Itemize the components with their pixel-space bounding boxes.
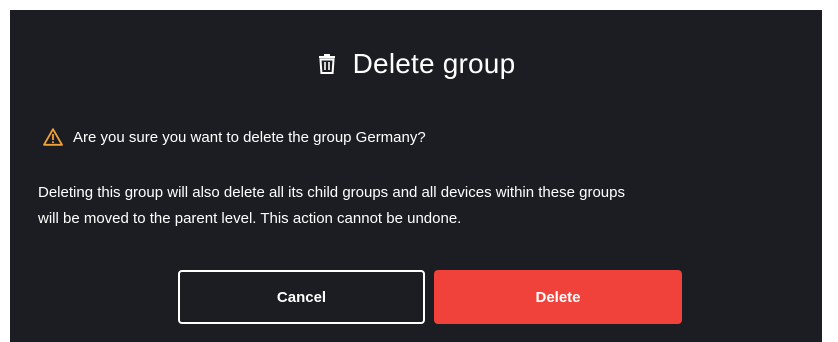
- dialog-description: Deleting this group will also delete all…: [38, 180, 818, 232]
- description-line-2: will be moved to the parent level. This …: [38, 210, 462, 227]
- cancel-button[interactable]: Cancel: [178, 270, 425, 324]
- description-line-1: Deleting this group will also delete all…: [38, 184, 625, 201]
- dialog-title: Delete group: [352, 48, 516, 79]
- warning-triangle-icon: [43, 127, 63, 147]
- trash-icon: [317, 53, 337, 75]
- dialog-header: Delete group: [10, 44, 822, 84]
- warning-row: Are you sure you want to delete the grou…: [43, 125, 426, 149]
- delete-button[interactable]: Delete: [434, 270, 682, 324]
- warning-text: Are you sure you want to delete the grou…: [73, 128, 426, 146]
- delete-group-dialog: Delete group Are you sure you want to de…: [10, 10, 822, 342]
